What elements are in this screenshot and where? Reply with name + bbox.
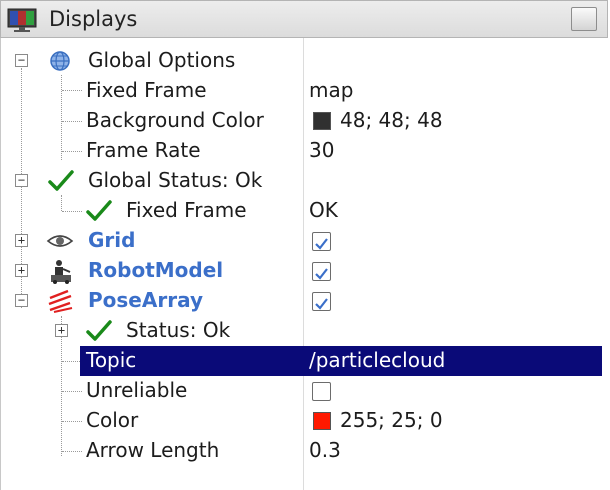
- tree-row-color[interactable]: Color 255; 25; 0: [0, 406, 610, 436]
- expand-toggle[interactable]: +: [15, 264, 28, 277]
- checkmark-icon: [86, 200, 112, 221]
- property-label: Fixed Frame: [86, 78, 207, 102]
- checkmark-icon: [86, 320, 112, 341]
- property-label: Fixed Frame: [126, 198, 247, 222]
- tree-row-grid[interactable]: + Grid: [0, 226, 610, 256]
- tree-row-global-options[interactable]: − Global Options: [0, 46, 610, 76]
- tree-row-global-status[interactable]: − Global Status: Ok: [0, 166, 610, 196]
- robot-model-enabled-checkbox[interactable]: [312, 262, 331, 281]
- monitor-icon: [7, 8, 37, 32]
- color-value[interactable]: 255; 25; 0: [340, 408, 443, 432]
- tree-row-unreliable[interactable]: Unreliable: [0, 376, 610, 406]
- grid-eye-icon: [46, 235, 74, 247]
- property-label: Unreliable: [86, 378, 188, 402]
- frame-rate-value[interactable]: 30: [309, 138, 334, 162]
- tree-row-fixed-frame[interactable]: Fixed Frame map: [0, 76, 610, 106]
- expand-toggle[interactable]: +: [55, 324, 68, 337]
- tree-row-label: RobotModel: [88, 258, 224, 282]
- tree-row-topic-selected[interactable]: Topic /particlecloud: [80, 346, 602, 376]
- panel-title-bar[interactable]: Displays: [0, 0, 608, 38]
- displays-panel: Displays − Global Options Fixed Frame ma…: [0, 0, 610, 490]
- property-label: Color: [86, 408, 139, 432]
- collapse-toggle[interactable]: −: [15, 294, 28, 307]
- topic-value[interactable]: /particlecloud: [309, 348, 445, 372]
- property-label: Topic: [86, 348, 137, 372]
- panel-title: Displays: [49, 7, 138, 31]
- robot-icon: [51, 260, 71, 284]
- background-color-value[interactable]: 48; 48; 48: [340, 108, 443, 132]
- tree-row-robot-model[interactable]: + RobotModel: [0, 256, 610, 286]
- tree-row-pose-array[interactable]: − PoseArray: [0, 286, 610, 316]
- expand-toggle[interactable]: +: [15, 234, 28, 247]
- tree-row-label: Global Options: [88, 48, 236, 72]
- color-swatch: [313, 112, 331, 130]
- tree-row-frame-rate[interactable]: Frame Rate 30: [0, 136, 610, 166]
- tree-row-pose-array-status[interactable]: + Status: Ok: [0, 316, 610, 346]
- property-label: Frame Rate: [86, 138, 201, 162]
- status-value: OK: [309, 198, 338, 222]
- tree-row-label: Global Status: Ok: [88, 168, 263, 192]
- tree-branch-line: [62, 361, 82, 362]
- tree-row-label: Status: Ok: [126, 318, 231, 342]
- property-label: Background Color: [86, 108, 264, 132]
- pose-array-enabled-checkbox[interactable]: [312, 292, 331, 311]
- tree-row-background-color[interactable]: Background Color 48; 48; 48: [0, 106, 610, 136]
- tree-row-arrow-length[interactable]: Arrow Length 0.3: [0, 436, 610, 466]
- arrow-length-value[interactable]: 0.3: [309, 438, 341, 462]
- pose-array-icon: [48, 289, 73, 313]
- collapse-toggle[interactable]: −: [15, 174, 28, 187]
- globe-icon: [50, 51, 70, 71]
- property-label: Arrow Length: [86, 438, 220, 462]
- float-panel-button[interactable]: [571, 7, 597, 31]
- fixed-frame-value[interactable]: map: [309, 78, 353, 102]
- tree-row-label: PoseArray: [88, 288, 203, 312]
- checkmark-icon: [48, 170, 74, 191]
- collapse-toggle[interactable]: −: [15, 54, 28, 67]
- tree-row-status-fixed-frame[interactable]: Fixed Frame OK: [0, 196, 610, 226]
- grid-enabled-checkbox[interactable]: [312, 232, 331, 251]
- color-swatch: [313, 412, 331, 430]
- unreliable-checkbox[interactable]: [312, 382, 331, 401]
- tree-row-label: Grid: [88, 228, 136, 252]
